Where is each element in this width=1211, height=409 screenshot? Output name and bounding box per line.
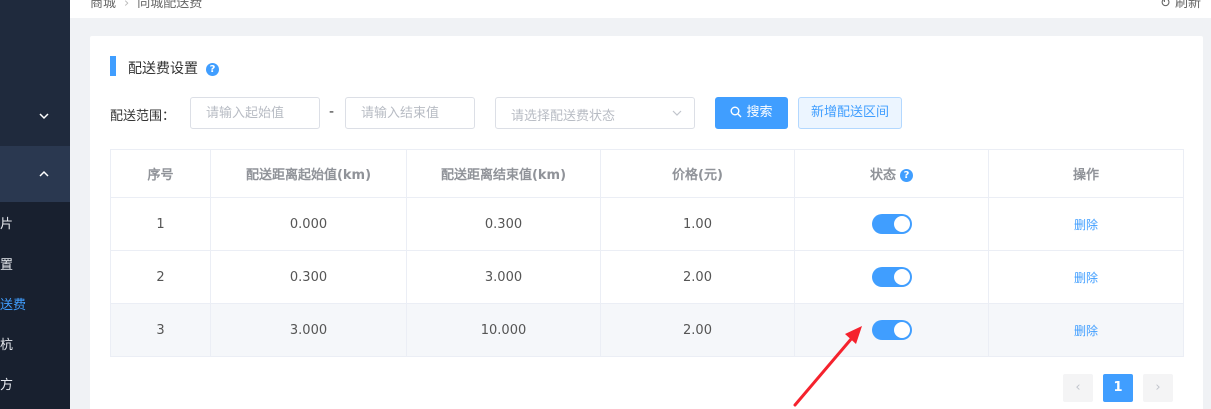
chevron-down-icon [672, 110, 682, 116]
table-header-row: 序号 配送距离起始值(km) 配送距离结束值(km) 价格(元) 状态? 操作 [110, 149, 1184, 198]
cell-start: 3.000 [210, 303, 407, 357]
column-header-end: 配送距离结束值(km) [406, 149, 601, 198]
cell-end: 0.300 [406, 197, 601, 251]
sidebar-item-2[interactable]: 置 [0, 254, 70, 273]
table-row: 3 3.000 10.000 2.00 删除 [110, 303, 1184, 357]
status-toggle[interactable] [871, 267, 912, 287]
sidebar-item-delivery-fee[interactable]: 送费 [0, 294, 70, 313]
cell-status [794, 250, 989, 304]
end-value-input[interactable] [345, 97, 475, 129]
delete-link[interactable]: 删除 [1074, 218, 1098, 232]
start-value-input[interactable] [190, 97, 320, 129]
toggle-knob [893, 269, 910, 285]
cell-action: 删除 [988, 197, 1184, 251]
search-button-label: 搜索 [746, 105, 773, 120]
content-card: 配送费设置? 配送范围： - 请选择配送费状态 搜索 新增配送区间 序号 配送距… [90, 36, 1203, 409]
cell-price: 2.00 [600, 250, 795, 304]
status-toggle[interactable] [871, 214, 912, 234]
cell-price: 1.00 [600, 197, 795, 251]
column-header-start: 配送距离起始值(km) [210, 149, 407, 198]
search-button[interactable]: 搜索 [715, 97, 788, 129]
title-accent-bar [110, 56, 116, 76]
table-row: 1 0.000 0.300 1.00 删除 [110, 197, 1184, 251]
refresh-button[interactable]: ↻ 刷新 [1160, 0, 1201, 11]
sidebar-open-group[interactable] [0, 146, 70, 202]
cell-start: 0.000 [210, 197, 407, 251]
breadcrumb-item[interactable]: 商城 [90, 0, 116, 11]
breadcrumb-item-current: 同城配送费 [137, 0, 203, 11]
chevron-down-icon[interactable] [38, 110, 50, 122]
topbar: 商城 › 同城配送费 ↻ 刷新 [70, 0, 1211, 18]
help-icon[interactable]: ? [206, 62, 219, 76]
toggle-knob [893, 322, 910, 338]
range-separator: - [329, 104, 335, 120]
cell-start: 0.300 [210, 250, 407, 304]
cell-status [794, 303, 989, 357]
cell-price: 2.00 [600, 303, 795, 357]
cell-index: 1 [110, 197, 211, 251]
column-header-status: 状态? [794, 149, 989, 198]
cell-index: 2 [110, 250, 211, 304]
breadcrumb: 商城 › 同城配送费 [90, 0, 202, 11]
cell-index: 3 [110, 303, 211, 357]
delivery-fee-table: 序号 配送距离起始值(km) 配送距离结束值(km) 价格(元) 状态? 操作 … [110, 149, 1184, 357]
search-icon [730, 106, 742, 117]
cell-end: 3.000 [406, 250, 601, 304]
toggle-knob [893, 216, 910, 232]
status-toggle[interactable] [871, 320, 912, 340]
cell-action: 删除 [988, 250, 1184, 304]
prev-page-button[interactable]: ‹ [1063, 374, 1093, 402]
table-row: 2 0.300 3.000 2.00 删除 [110, 250, 1184, 304]
next-page-button[interactable]: › [1143, 374, 1173, 402]
sidebar-item-1[interactable]: 片 [0, 213, 70, 232]
status-select[interactable]: 请选择配送费状态 [495, 97, 695, 129]
cell-status [794, 197, 989, 251]
cell-action: 删除 [988, 303, 1184, 357]
page-number-current[interactable]: 1 [1103, 374, 1133, 402]
column-header-price: 价格(元) [600, 149, 795, 198]
chevron-up-icon[interactable] [38, 168, 50, 180]
refresh-label: 刷新 [1174, 0, 1201, 11]
sidebar: 片 置 送费 杭 方 [0, 0, 70, 409]
filter-label: 配送范围： [110, 109, 176, 124]
status-select-placeholder: 请选择配送费状态 [511, 109, 616, 124]
page-title-text: 配送费设置 [128, 61, 198, 77]
page-title: 配送费设置? [128, 58, 219, 78]
sidebar-item-5[interactable]: 方 [0, 374, 70, 393]
add-range-button[interactable]: 新增配送区间 [798, 97, 902, 129]
column-header-action: 操作 [988, 149, 1184, 198]
delete-link[interactable]: 删除 [1074, 324, 1098, 338]
column-header-index: 序号 [110, 149, 211, 198]
delete-link[interactable]: 删除 [1074, 271, 1098, 285]
help-icon[interactable]: ? [900, 169, 913, 182]
refresh-icon: ↻ [1159, 0, 1171, 11]
column-header-status-label: 状态 [869, 168, 896, 183]
sidebar-item-4[interactable]: 杭 [0, 334, 70, 353]
cell-end: 10.000 [406, 303, 601, 357]
breadcrumb-separator-icon: › [124, 0, 130, 11]
